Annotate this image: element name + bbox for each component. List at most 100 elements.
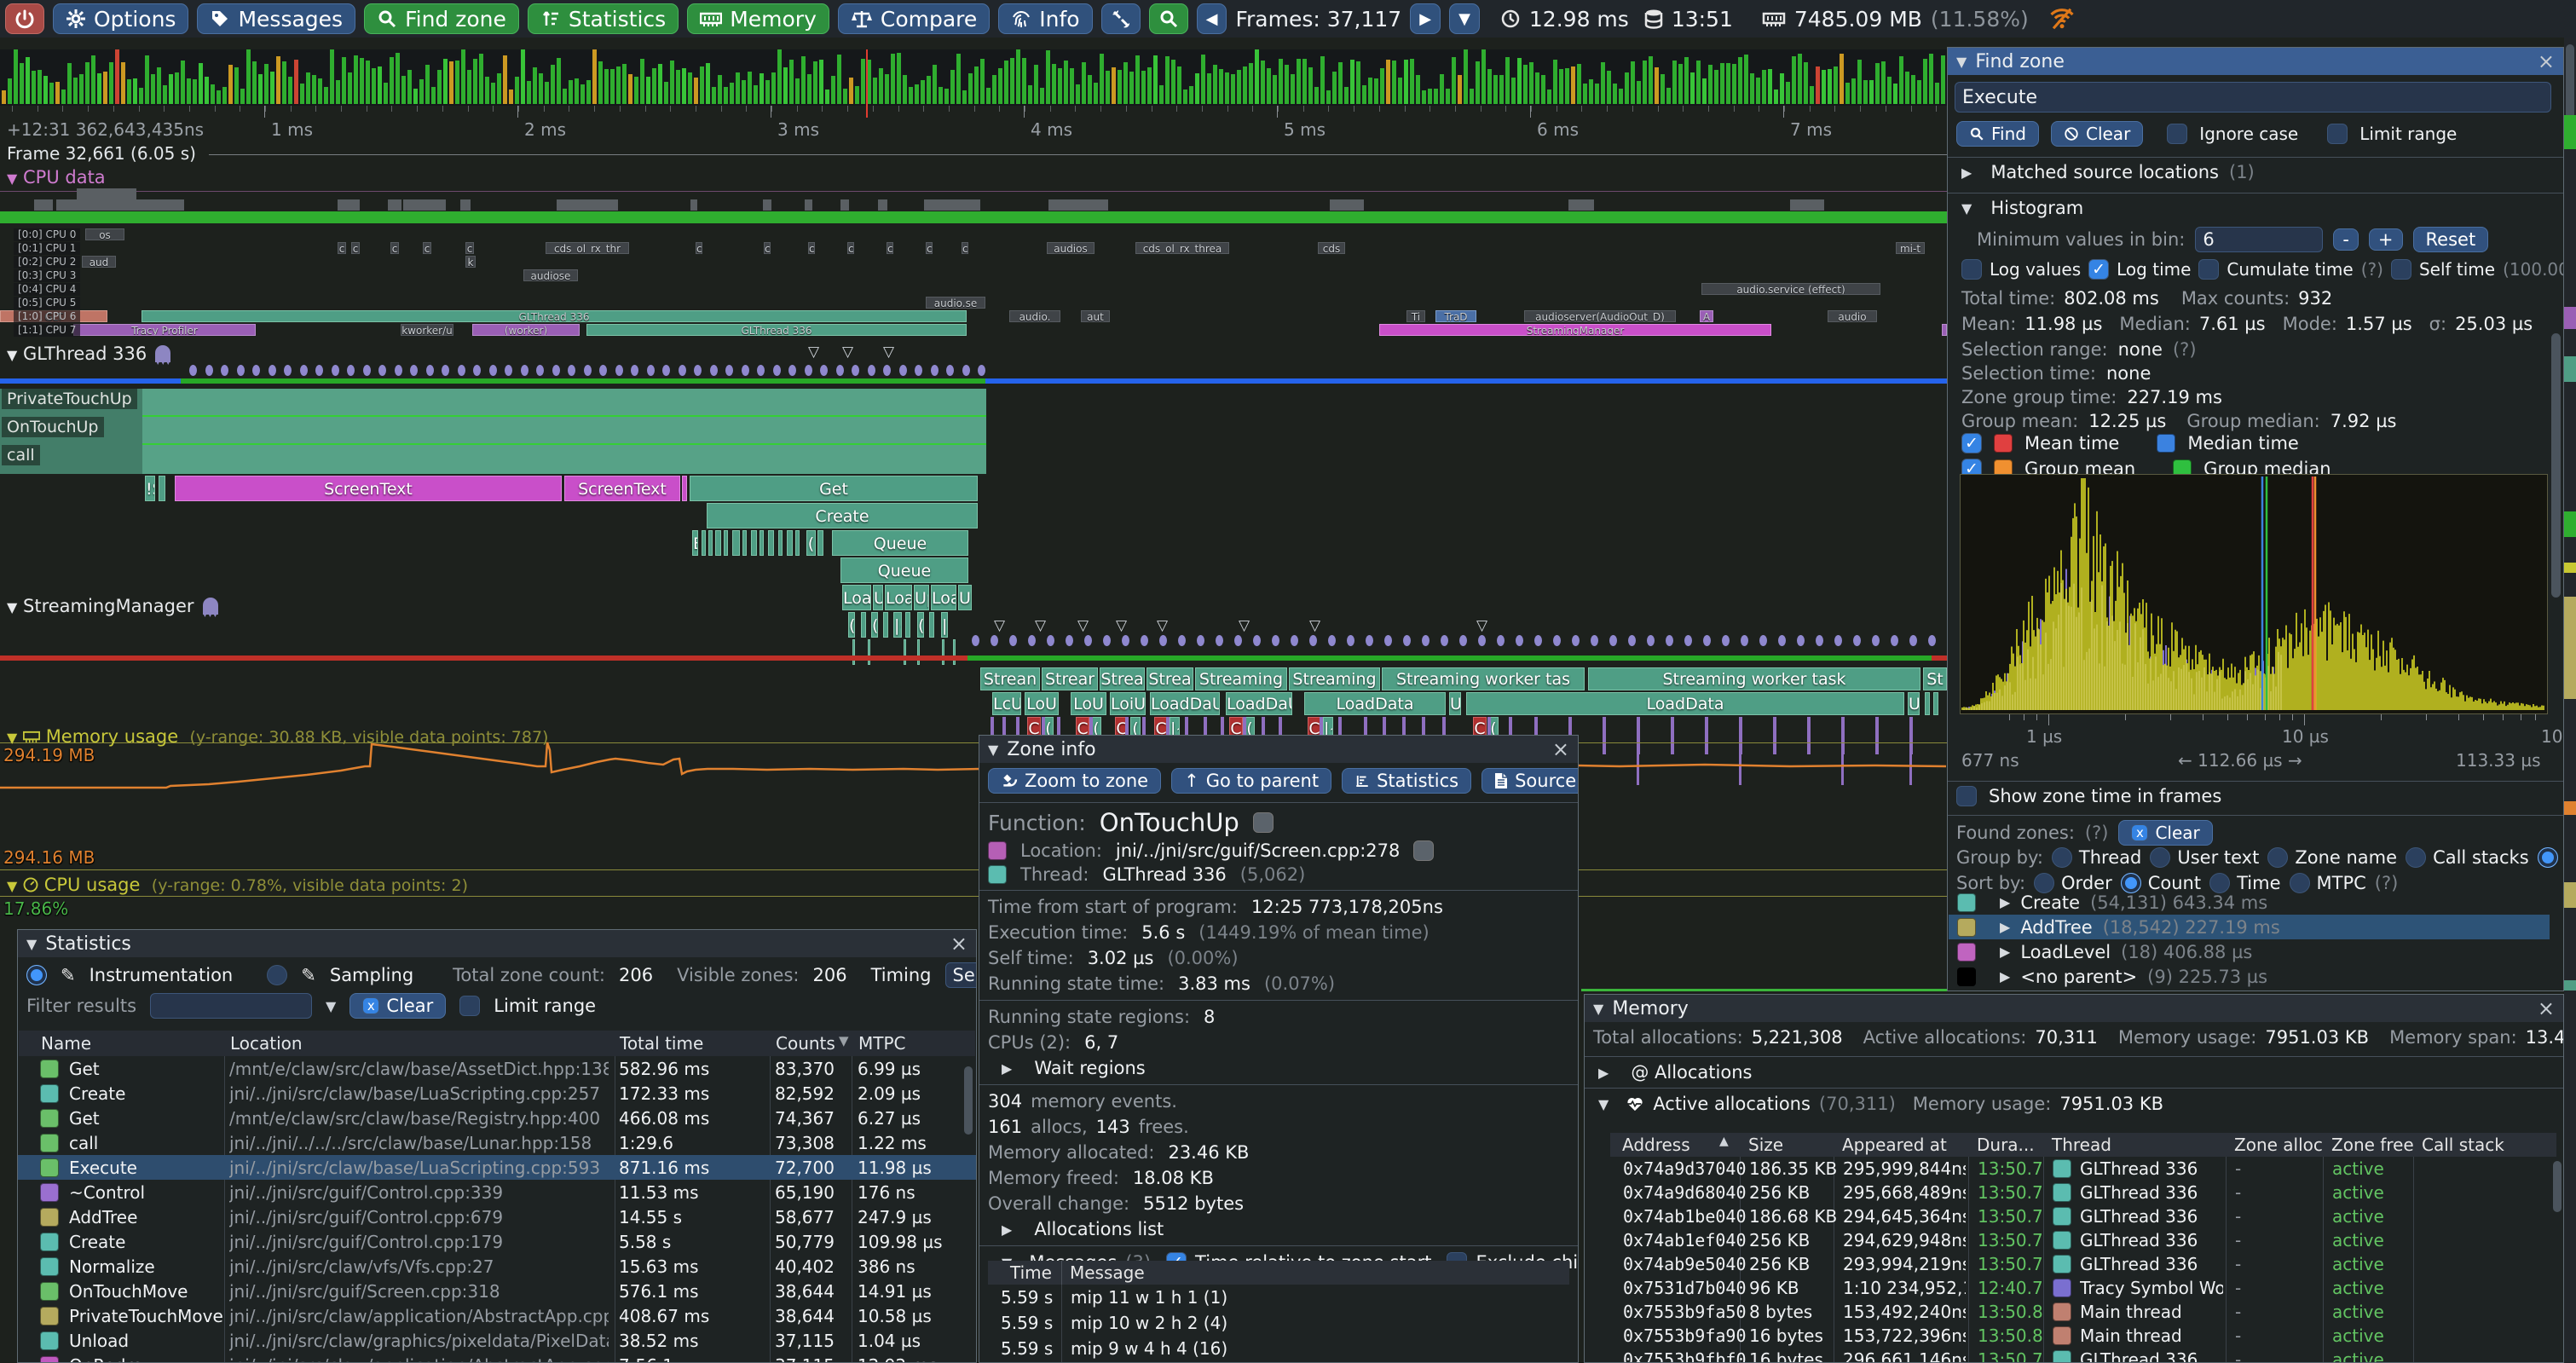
statistics-row[interactable]: PrivateTouchMove jni/../jni/src/claw/app… — [18, 1303, 976, 1328]
memory-usage-chart[interactable] — [0, 723, 1947, 893]
cpu-zone-chip[interactable]: Tracy Profiler — [73, 324, 256, 336]
zone-bar[interactable]: ScreenText — [564, 476, 680, 501]
col-mtpc[interactable]: MTPC — [858, 1033, 906, 1054]
statistics-row[interactable]: call jni/../jni/../../../src/claw/base/L… — [18, 1130, 976, 1155]
zone-bar[interactable] — [1925, 692, 1930, 715]
zone-bar[interactable] — [868, 639, 870, 665]
filter-input[interactable] — [150, 993, 312, 1019]
cpu-zone-chip[interactable]: A — [1700, 310, 1713, 322]
zone-statistics-button[interactable]: Statistics — [1342, 768, 1471, 794]
cpu-zone-chip[interactable]: TraD — [1435, 310, 1476, 322]
statistics-scrollbar[interactable] — [964, 1066, 973, 1135]
frame-mark-icon[interactable]: ▽ — [994, 617, 1005, 634]
zone-bar[interactable]: Up — [914, 585, 929, 610]
found-zone-row[interactable]: ▶ AddTree (18,542) 227.19 ms — [1949, 915, 2550, 939]
group-by-option[interactable]: Parent — [2538, 847, 2564, 868]
col-appeared[interactable]: Appeared at — [1842, 1135, 1947, 1155]
log-time-checkbox[interactable]: ✓ — [2088, 259, 2109, 280]
find-zone-titlebar[interactable]: ▼ Find zone × — [1948, 48, 2563, 75]
zone-bar[interactable] — [905, 612, 910, 638]
col-total-time[interactable]: Total time — [620, 1033, 703, 1054]
streaming-header[interactable]: ▼ StreamingManager — [7, 595, 218, 616]
instrumentation-radio[interactable] — [26, 965, 47, 985]
statistics-row[interactable]: Normalize jni/../jni/src/claw/vfs/Vfs.cp… — [18, 1254, 976, 1279]
zone-bar[interactable] — [861, 612, 866, 638]
frame-mark-icon[interactable]: ▽ — [1157, 617, 1168, 634]
min-bin-input[interactable]: 6 — [2195, 227, 2323, 252]
cpu-zone-chip[interactable]: c — [847, 242, 854, 254]
zone-bar[interactable]: Get — [690, 476, 978, 501]
cpu-data-header[interactable]: ▼ CPU data — [7, 167, 106, 188]
allocations-list-row[interactable]: ▶Allocations list — [979, 1216, 1578, 1242]
zone-bar[interactable] — [904, 639, 906, 665]
col-name[interactable]: Name — [41, 1033, 91, 1054]
zoom-search-button[interactable] — [1149, 3, 1188, 34]
statistics-row[interactable]: OnTouchMove jni/../jni/src/guif/Screen.c… — [18, 1279, 976, 1303]
cumulate-time-checkbox[interactable] — [2198, 259, 2219, 280]
zone-bar[interactable] — [682, 476, 687, 501]
frame-dropdown-button[interactable]: ▼ — [1449, 3, 1480, 34]
help-icon[interactable]: (?) — [2361, 259, 2383, 280]
col-call-stack[interactable]: Call stack — [2422, 1135, 2504, 1155]
timing-dropdown[interactable]: Self only▼ — [945, 962, 977, 988]
active-allocations-row[interactable]: ▼ Active allocations (70,311) Memory usa… — [1585, 1092, 2563, 1116]
sampling-radio[interactable] — [267, 965, 287, 985]
zone-bar[interactable] — [1933, 692, 1938, 715]
zone-bar[interactable]: Strea — [1146, 667, 1193, 690]
statistics-row[interactable]: ~Control jni/../jni/src/guif/Control.cpp… — [18, 1180, 976, 1204]
cpu-zone-chip[interactable]: c — [926, 242, 933, 254]
found-zone-row[interactable]: ▶ <no parent> (9) 225.73 µs — [1949, 964, 2550, 989]
statistics-row[interactable]: Create jni/../jni/src/claw/base/LuaScrip… — [18, 1081, 976, 1106]
group-by-option[interactable]: Call stacks — [2406, 847, 2529, 868]
matched-locations-row[interactable]: ▶ Matched source locations (1) — [1953, 157, 2263, 188]
cpu-zone-chip[interactable]: cds_ol_rx_threa — [1135, 242, 1229, 254]
collapse-icon[interactable]: ▼ — [1593, 1001, 1603, 1017]
zone-bar[interactable]: LcU — [992, 692, 1021, 715]
cpu-zone-chip[interactable]: c — [338, 242, 346, 254]
col-address[interactable]: Address — [1622, 1135, 1690, 1155]
zone-bar[interactable] — [751, 530, 757, 556]
zone-bar[interactable]: Loa — [931, 585, 956, 610]
glthread-header[interactable]: ▼ GLThread 336 — [7, 343, 170, 364]
zoom-to-zone-button[interactable]: Zoom to zone — [988, 768, 1161, 794]
cpu-zone-chip[interactable]: c — [696, 242, 702, 254]
compare-button[interactable]: Compare — [838, 3, 990, 34]
cpu-zone-chip[interactable]: cds — [1318, 242, 1345, 254]
zone-bar[interactable]: LoadData — [1304, 692, 1446, 715]
find-zone-query-input[interactable] — [1955, 82, 2551, 113]
self-time-checkbox[interactable] — [2391, 259, 2411, 280]
cpu-zone-chip[interactable]: c — [390, 242, 399, 254]
collapse-icon[interactable]: ▼ — [26, 936, 37, 952]
zone-bar[interactable]: LoiU — [1110, 692, 1146, 715]
allocation-row[interactable]: 0x7531d7b040 96 KB 1:10 234,952,161 12:4… — [1611, 1276, 2556, 1300]
cpu-zone-chip[interactable]: c — [962, 242, 968, 254]
found-zone-row[interactable]: ▶ Create (54,131) 643.34 ms — [1949, 890, 2550, 915]
legend-checkbox[interactable]: ✓ — [1961, 433, 1982, 453]
clear-filter-button[interactable]: xClear — [349, 993, 446, 1019]
statistics-row[interactable]: Get /mnt/e/claw/src/claw/base/Registry.h… — [18, 1106, 976, 1130]
cpu-zone-chip[interactable]: audio.service (effect) — [1701, 283, 1880, 295]
group-by-option[interactable]: User text — [2150, 847, 2259, 868]
cpu-zone-chip[interactable]: cds_ol_rx_thr — [546, 242, 629, 254]
zone-bar[interactable]: LoadData — [1466, 692, 1904, 715]
close-icon[interactable]: × — [1552, 737, 1569, 761]
cpu-zone-chip[interactable]: mi-t — [1896, 242, 1925, 254]
zone-bar[interactable] — [768, 530, 774, 556]
allocation-row[interactable]: 0x74ab1be040 186.68 KB 294,645,364ns 13:… — [1611, 1204, 2556, 1228]
cpu-zone-chip[interactable]: c — [423, 242, 431, 254]
col-time[interactable]: Time — [1010, 1262, 1052, 1283]
cpu-zone-chip[interactable]: audioserver(AudioOut_D) — [1524, 310, 1676, 322]
allocations-toggle-row[interactable]: ▶ @ Allocations — [1585, 1060, 2563, 1084]
reset-button[interactable]: Reset — [2413, 227, 2489, 252]
frame-mark-icon[interactable]: ▽ — [1239, 617, 1250, 634]
cpu-zone-chip[interactable]: GLThread 336 — [142, 310, 967, 322]
allocation-row[interactable]: 0x74ab1ef040 256 KB 294,629,948ns 13:50.… — [1611, 1228, 2556, 1252]
zone-bar[interactable]: LoU — [1025, 692, 1059, 715]
log-values-checkbox[interactable] — [1961, 259, 1982, 280]
zone-bar[interactable] — [852, 639, 855, 665]
zone-bar[interactable]: LoadDaU — [1226, 692, 1292, 715]
zone-bar[interactable]: St — [1923, 667, 1947, 690]
cpu-zone-chip[interactable]: c — [887, 242, 893, 254]
clear-button[interactable]: Clear — [2051, 121, 2143, 147]
zone-bar[interactable]: U — [1908, 692, 1920, 715]
